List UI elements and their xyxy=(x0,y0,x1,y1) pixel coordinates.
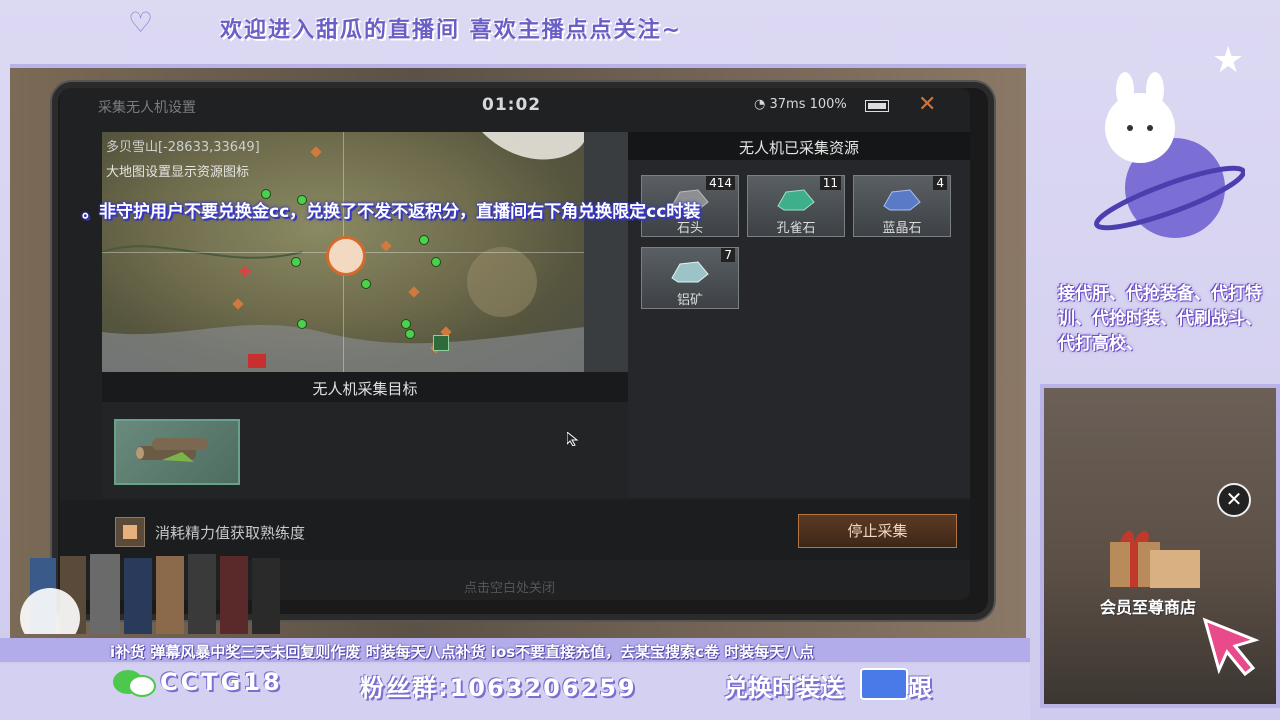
wood-log-icon xyxy=(136,438,208,462)
map-coordinates: 多贝雪山[-28633,33649] xyxy=(106,140,260,155)
stream-notice-text: 。非守护用户不要兑换金cc，兑换了不发不返积分，直播间右下角兑换限定cc时装 xyxy=(82,202,701,222)
map-hint: 大地图设置显示资源图标 xyxy=(106,165,250,180)
resource-count: 414 xyxy=(706,176,735,190)
resource-count: 4 xyxy=(933,176,947,190)
character-lineup xyxy=(20,554,280,634)
services-text: 接代肝、代抢装备、代打特训、代抢时装、代刷战斗、代打高校、 xyxy=(1058,284,1262,354)
stop-collecting-button[interactable]: 停止采集 xyxy=(798,514,957,548)
resources-header-label: 无人机已采集资源 xyxy=(738,139,859,157)
medical-icon[interactable]: ✚ xyxy=(238,262,251,281)
checkbox-label: 消耗精力值获取熟练度 xyxy=(155,524,306,542)
resource-marker[interactable] xyxy=(432,258,440,266)
resource-marker[interactable] xyxy=(420,236,428,244)
resource-marker[interactable] xyxy=(406,330,414,338)
bunny-planet-mascot xyxy=(1094,72,1245,238)
fan-group-number: 粉丝群:1063206259 xyxy=(360,674,637,702)
ping-value: 37ms xyxy=(769,97,806,112)
close-window-button[interactable]: ✕ xyxy=(918,92,936,117)
supply-icon[interactable] xyxy=(248,354,266,368)
player-location-icon xyxy=(326,236,366,276)
stamina-proficiency-checkbox[interactable] xyxy=(115,517,145,547)
mouse-cursor-icon xyxy=(567,432,579,446)
home-icon[interactable] xyxy=(433,335,449,351)
resource-slot[interactable]: 4 蓝晶石 xyxy=(853,175,951,237)
heart-wings-icon: ♡ xyxy=(128,6,154,39)
aluminum-ore-icon xyxy=(671,261,709,283)
status-bar: ◔ 37ms 100% xyxy=(754,97,847,112)
exchange-tail-text: 跟 xyxy=(908,674,932,702)
resource-name: 蓝晶石 xyxy=(882,221,922,236)
window-title: 采集无人机设置 xyxy=(98,100,196,116)
resource-count: 11 xyxy=(819,176,841,190)
resource-marker[interactable] xyxy=(402,320,410,328)
ticker-text: i补货 弹幕风暴中奖三天未回复则作废 时装每天八点补货 ios不要直接充值，去某… xyxy=(110,643,815,661)
clock: 01:02 xyxy=(482,95,542,115)
wifi-icon: ◔ xyxy=(754,97,766,112)
target-header-label: 无人机采集目标 xyxy=(312,380,418,398)
close-hint[interactable]: 点击空白处关闭 xyxy=(464,577,555,596)
resource-marker[interactable] xyxy=(298,320,306,328)
gift-box-icon xyxy=(1110,530,1200,588)
resource-slot[interactable]: 7 铝矿 xyxy=(641,247,739,309)
resource-marker[interactable] xyxy=(362,280,370,288)
promo-close-button[interactable]: ✕ xyxy=(1217,483,1251,517)
battery-icon xyxy=(865,100,889,112)
resource-marker[interactable] xyxy=(292,258,300,266)
resource-name: 铝矿 xyxy=(676,293,703,308)
resource-count: 7 xyxy=(721,248,735,262)
exchange-text: 兑换时装送 xyxy=(724,674,844,702)
promo-caption: 会员至尊商店 xyxy=(1100,598,1197,617)
stream-welcome-banner: 欢迎进入甜瓜的直播间 喜欢主播点点关注~ xyxy=(220,18,683,43)
wechat-id: CCTG18 xyxy=(160,668,283,696)
map-side-strip xyxy=(584,132,628,372)
wechat-icon xyxy=(113,670,156,697)
kyanite-icon xyxy=(883,189,921,211)
pointer-arrow-icon xyxy=(1202,617,1260,677)
battery-percent: 100% xyxy=(809,97,847,112)
exchange-badge-icon xyxy=(860,668,908,700)
